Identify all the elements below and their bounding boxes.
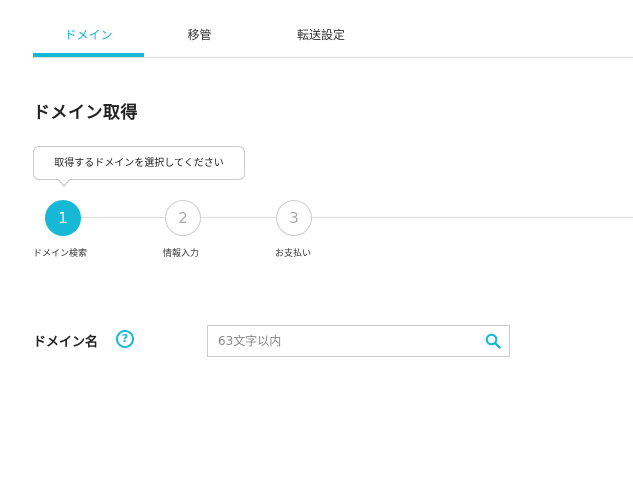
step-tooltip: 取得するドメインを選択してください bbox=[33, 146, 245, 187]
domain-name-label: ドメイン名 bbox=[33, 335, 99, 350]
domain-search-input[interactable] bbox=[208, 326, 478, 356]
tab-bar: ドメイン 移管 転送設定 bbox=[33, 16, 633, 58]
step-1-indicator: 1 bbox=[45, 200, 81, 236]
step-2-label: 情報入力 bbox=[163, 249, 200, 259]
step-2-indicator: 2 bbox=[165, 200, 201, 236]
question-circle-icon[interactable]: ? bbox=[116, 330, 134, 348]
step-3-indicator: 3 bbox=[276, 200, 312, 236]
domain-search-box bbox=[207, 325, 510, 357]
tab-transfer[interactable]: 移管 bbox=[144, 16, 255, 56]
step-progress-line bbox=[62, 217, 633, 218]
page-title: ドメイン取得 bbox=[33, 103, 138, 123]
tab-domain[interactable]: ドメイン bbox=[33, 16, 144, 57]
search-icon[interactable] bbox=[485, 333, 501, 349]
step-3-label: お支払い bbox=[275, 249, 312, 259]
step-1-label: ドメイン検索 bbox=[33, 249, 88, 259]
tab-forwarding-settings[interactable]: 転送設定 bbox=[255, 16, 387, 56]
domain-acquisition-page: ドメイン 移管 転送設定 ドメイン取得 取得するドメインを選択してください 1 … bbox=[0, 0, 633, 500]
